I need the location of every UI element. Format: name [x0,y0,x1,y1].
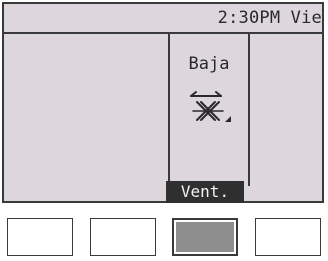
vent-tab[interactable]: Vent. [166,181,244,203]
function-button-1[interactable] [7,218,73,256]
function-button-2[interactable] [90,218,156,256]
clock-display: 2:30PM Vie [217,8,322,28]
function-button-3[interactable] [172,218,238,256]
fan-speed-panel[interactable]: Baja [168,34,250,186]
fan-speed-icon [190,91,231,122]
status-bar: 2:30PM Vie [4,4,322,34]
lcd-screen: 2:30PM Vie Baja [2,2,324,203]
fan-speed-label: Baja [188,54,230,74]
function-button-4[interactable] [255,218,321,256]
